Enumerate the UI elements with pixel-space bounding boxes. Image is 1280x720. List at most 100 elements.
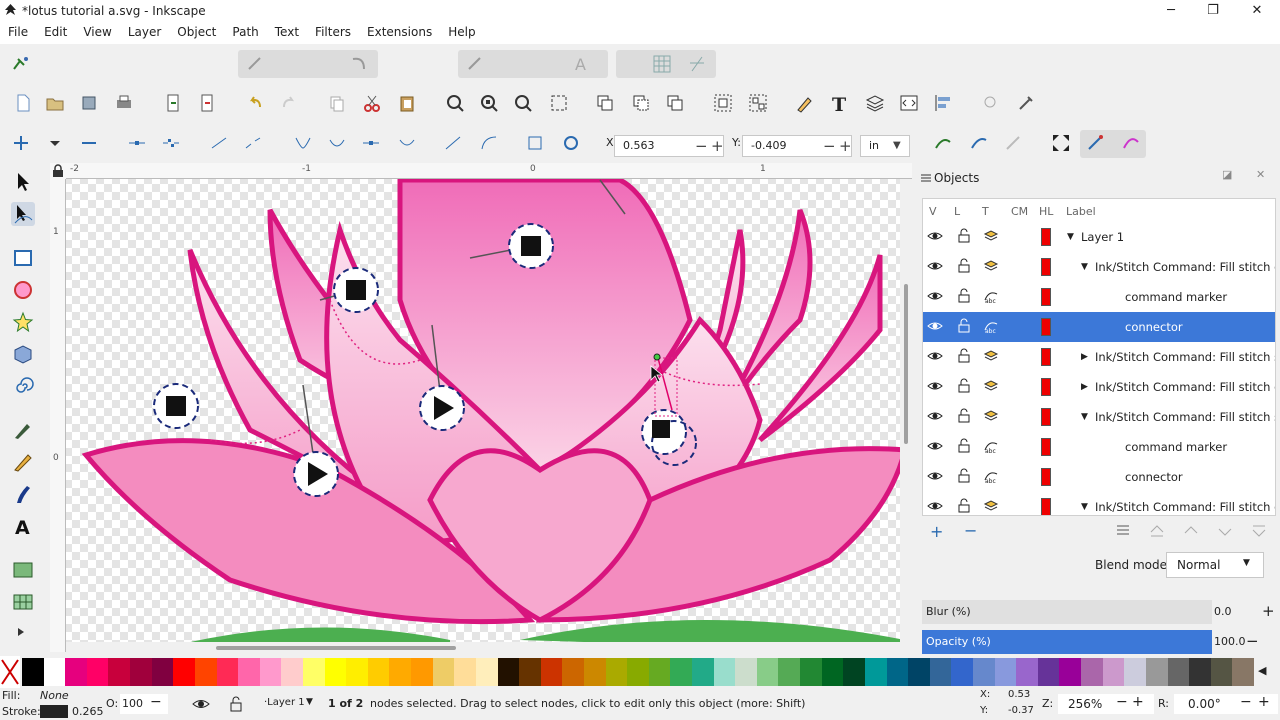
clippath-icon[interactable] (968, 132, 990, 154)
insert-node-dropdown-icon[interactable] (44, 132, 66, 154)
menu-object[interactable]: Object (169, 22, 224, 39)
cut-icon[interactable] (361, 92, 383, 114)
color-swatch[interactable] (108, 658, 131, 686)
opacity-status-input[interactable]: 100 − (120, 694, 168, 714)
break-path-icon[interactable] (160, 132, 182, 154)
open-icon[interactable] (44, 92, 66, 114)
collapsed-arrow-icon[interactable]: ▶ (1081, 352, 1088, 362)
object-row[interactable]: ▶ Ink/Stitch Command: Fill stitch endi (923, 372, 1275, 402)
stroke-width-value[interactable]: 0.265 (72, 705, 104, 718)
expanded-arrow-icon[interactable]: ▼ (1067, 232, 1074, 242)
delete-node-icon[interactable] (78, 132, 100, 154)
lock-icon[interactable] (956, 408, 972, 424)
color-swatch[interactable] (216, 658, 239, 686)
color-swatch[interactable] (367, 658, 390, 686)
vertical-scroll-thumb[interactable] (904, 284, 908, 444)
redo-icon[interactable] (278, 92, 300, 114)
lock-icon[interactable] (956, 468, 972, 484)
transform-handles-icon[interactable] (1050, 132, 1072, 154)
highlight-color-swatch[interactable] (1041, 348, 1051, 366)
color-swatch[interactable] (1081, 658, 1104, 686)
no-paint-swatch[interactable] (0, 656, 20, 688)
lower-to-bottom-icon[interactable] (1250, 522, 1268, 540)
undo-icon[interactable] (244, 92, 266, 114)
color-swatch[interactable] (864, 658, 888, 686)
x-decrement-button[interactable]: − (695, 137, 708, 155)
stroke-swatch[interactable] (40, 705, 68, 718)
color-swatch[interactable] (519, 658, 542, 686)
path-effect-icon[interactable] (932, 132, 954, 154)
blend-mode-select[interactable]: Normal ▼ (1166, 552, 1264, 578)
color-swatch[interactable] (562, 658, 585, 686)
color-swatch[interactable] (1210, 658, 1233, 686)
visibility-eye-icon[interactable] (927, 258, 943, 274)
highlight-color-swatch[interactable] (1041, 318, 1051, 336)
y-increment-button[interactable]: + (839, 137, 852, 155)
horizontal-scroll-thumb[interactable] (216, 646, 456, 650)
color-swatch[interactable] (929, 658, 952, 686)
zoom-width-icon[interactable] (548, 92, 570, 114)
snap-bbox-icon[interactable] (244, 53, 266, 75)
color-swatch[interactable] (86, 658, 109, 686)
color-swatch[interactable] (1016, 658, 1039, 686)
highlight-color-swatch[interactable] (1041, 288, 1051, 306)
visibility-eye-icon[interactable] (927, 378, 943, 394)
color-swatch[interactable] (973, 658, 996, 686)
color-swatch[interactable] (259, 658, 282, 686)
zoom-page-icon[interactable] (512, 92, 534, 114)
visibility-eye-icon[interactable] (927, 468, 943, 484)
color-swatch[interactable] (302, 658, 326, 686)
color-swatch[interactable] (454, 658, 477, 686)
color-swatch[interactable] (821, 658, 844, 686)
clone-icon[interactable] (630, 92, 652, 114)
current-layer-select[interactable]: ·Layer 1 ▼ (258, 694, 320, 714)
new-document-icon[interactable] (12, 92, 34, 114)
color-swatch[interactable] (583, 658, 607, 686)
blur-slider[interactable]: Blur (%) (922, 600, 1212, 624)
color-swatch[interactable] (994, 658, 1017, 686)
symmetric-node-icon[interactable] (360, 132, 382, 154)
insert-node-icon[interactable] (10, 132, 32, 154)
lock-icon[interactable] (956, 228, 972, 244)
menu-file[interactable]: File (0, 22, 36, 39)
object-row[interactable]: ▼ Ink/Stitch Command: Fill stitch starti (923, 402, 1275, 432)
color-swatch[interactable] (411, 658, 434, 686)
y-decrement-button[interactable]: − (823, 137, 836, 155)
selector-tool-icon[interactable] (11, 170, 35, 194)
panel-close-icon[interactable]: ✕ (1256, 168, 1265, 181)
color-swatch[interactable] (800, 658, 823, 686)
menu-extensions[interactable]: Extensions (359, 22, 440, 39)
visibility-eye-icon[interactable] (927, 438, 943, 454)
x-coordinate-input[interactable]: 0.563 − + (614, 135, 724, 157)
collapsed-arrow-icon[interactable]: ▶ (1081, 382, 1088, 392)
cusp-node-icon[interactable] (292, 132, 314, 154)
stop-marker[interactable] (508, 223, 554, 269)
menu-help[interactable]: Help (440, 22, 483, 39)
opacity-value[interactable]: 100.0 (1214, 635, 1246, 648)
join-nodes-icon[interactable] (126, 132, 148, 154)
segment-line-icon[interactable] (442, 132, 464, 154)
rotation-increment-button[interactable]: + (1258, 694, 1270, 710)
menu-layer[interactable]: Layer (120, 22, 169, 39)
zoom-out-button[interactable]: − (1116, 694, 1128, 710)
color-swatch[interactable] (194, 658, 218, 686)
object-row[interactable]: abc connector (923, 462, 1275, 492)
remove-object-button[interactable]: − (964, 521, 984, 540)
print-icon[interactable] (113, 92, 135, 114)
raise-to-top-icon[interactable] (1148, 522, 1166, 540)
paste-icon[interactable] (396, 92, 418, 114)
auto-smooth-node-icon[interactable] (396, 132, 418, 154)
segment-curve-icon[interactable] (478, 132, 500, 154)
color-swatch[interactable] (670, 658, 693, 686)
color-swatch[interactable] (346, 658, 369, 686)
object-row[interactable]: abc command marker (923, 282, 1275, 312)
color-swatch[interactable] (540, 658, 563, 686)
ungroup-icon[interactable] (747, 92, 769, 114)
color-swatch[interactable] (1059, 658, 1082, 686)
stop-marker[interactable] (153, 383, 199, 429)
duplicate-icon[interactable] (594, 92, 616, 114)
text-font-icon[interactable]: T (829, 92, 851, 116)
3d-box-tool-icon[interactable] (11, 342, 35, 366)
menu-text[interactable]: Text (267, 22, 307, 39)
lock-icon[interactable] (956, 288, 972, 304)
